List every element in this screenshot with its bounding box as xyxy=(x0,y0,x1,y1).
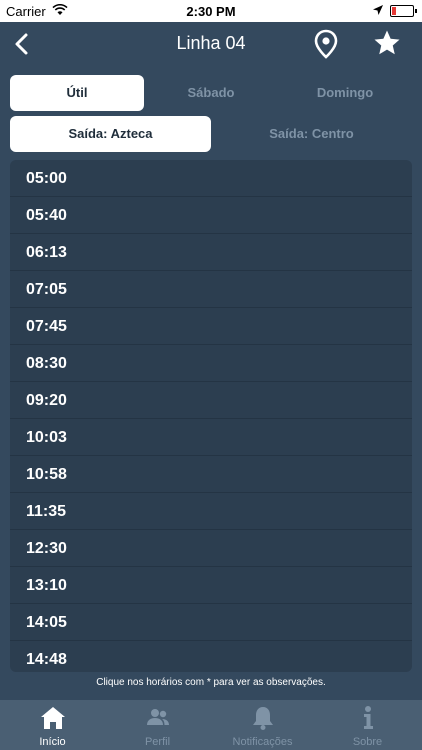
tab-sobre[interactable]: Sobre xyxy=(315,700,420,750)
day-tab-util[interactable]: Útil xyxy=(10,75,144,111)
battery-icon xyxy=(390,5,417,17)
tab-label: Perfil xyxy=(144,736,171,748)
schedule-row[interactable]: 07:05 xyxy=(10,271,412,308)
schedule-row[interactable]: 05:00 xyxy=(10,160,412,197)
home-icon xyxy=(41,707,65,729)
tab-inicio[interactable]: Início xyxy=(0,700,105,750)
day-type-selector: Útil Sábado Domingo xyxy=(10,75,412,111)
bell-icon xyxy=(253,707,273,730)
page-title: Linha 04 xyxy=(176,33,246,53)
navigation-bar: Linha 04 xyxy=(0,22,422,66)
map-pin-icon xyxy=(314,29,338,59)
schedule-row[interactable]: 10:03 xyxy=(10,419,412,456)
schedule-row[interactable]: 05:40 xyxy=(10,197,412,234)
map-button[interactable] xyxy=(312,28,340,60)
location-arrow-icon xyxy=(372,4,384,19)
schedule-row[interactable]: 09:20 xyxy=(10,382,412,419)
favorite-button[interactable] xyxy=(372,28,402,58)
clock: 2:30 PM xyxy=(186,4,236,19)
day-tab-sabado[interactable]: Sábado xyxy=(144,75,278,111)
direction-selector: Saída: Azteca Saída: Centro xyxy=(10,116,412,152)
direction-tab-centro[interactable]: Saída: Centro xyxy=(211,116,412,152)
schedule-row[interactable]: 07:45 xyxy=(10,308,412,345)
info-icon xyxy=(364,706,373,729)
direction-tab-azteca[interactable]: Saída: Azteca xyxy=(10,116,211,152)
tab-label: Início xyxy=(39,736,66,748)
tab-label: Sobre xyxy=(352,736,383,748)
schedule-row[interactable]: 06:13 xyxy=(10,234,412,271)
tab-perfil[interactable]: Perfil xyxy=(105,700,210,750)
status-bar: Carrier 2:30 PM xyxy=(0,0,422,22)
schedule-row[interactable]: 14:48 xyxy=(10,641,412,672)
tab-bar: Início Perfil Notificações Sobre xyxy=(0,700,422,750)
schedule-row[interactable]: 08:30 xyxy=(10,345,412,382)
schedule-list[interactable]: 05:00 05:40 06:13 07:05 07:45 08:30 09:2… xyxy=(10,160,412,672)
profile-icon xyxy=(147,709,169,725)
schedule-row[interactable]: 14:05 xyxy=(10,604,412,641)
tab-label: Notificações xyxy=(232,736,293,748)
day-tab-domingo[interactable]: Domingo xyxy=(278,75,412,111)
tab-notificacoes[interactable]: Notificações xyxy=(210,700,315,750)
footnote-text: Clique nos horários com * para ver as ob… xyxy=(96,677,326,688)
star-icon xyxy=(374,30,400,55)
schedule-row[interactable]: 13:10 xyxy=(10,567,412,604)
schedule-row[interactable]: 10:58 xyxy=(10,456,412,493)
schedule-row[interactable]: 12:30 xyxy=(10,530,412,567)
schedule-row[interactable]: 11:35 xyxy=(10,493,412,530)
